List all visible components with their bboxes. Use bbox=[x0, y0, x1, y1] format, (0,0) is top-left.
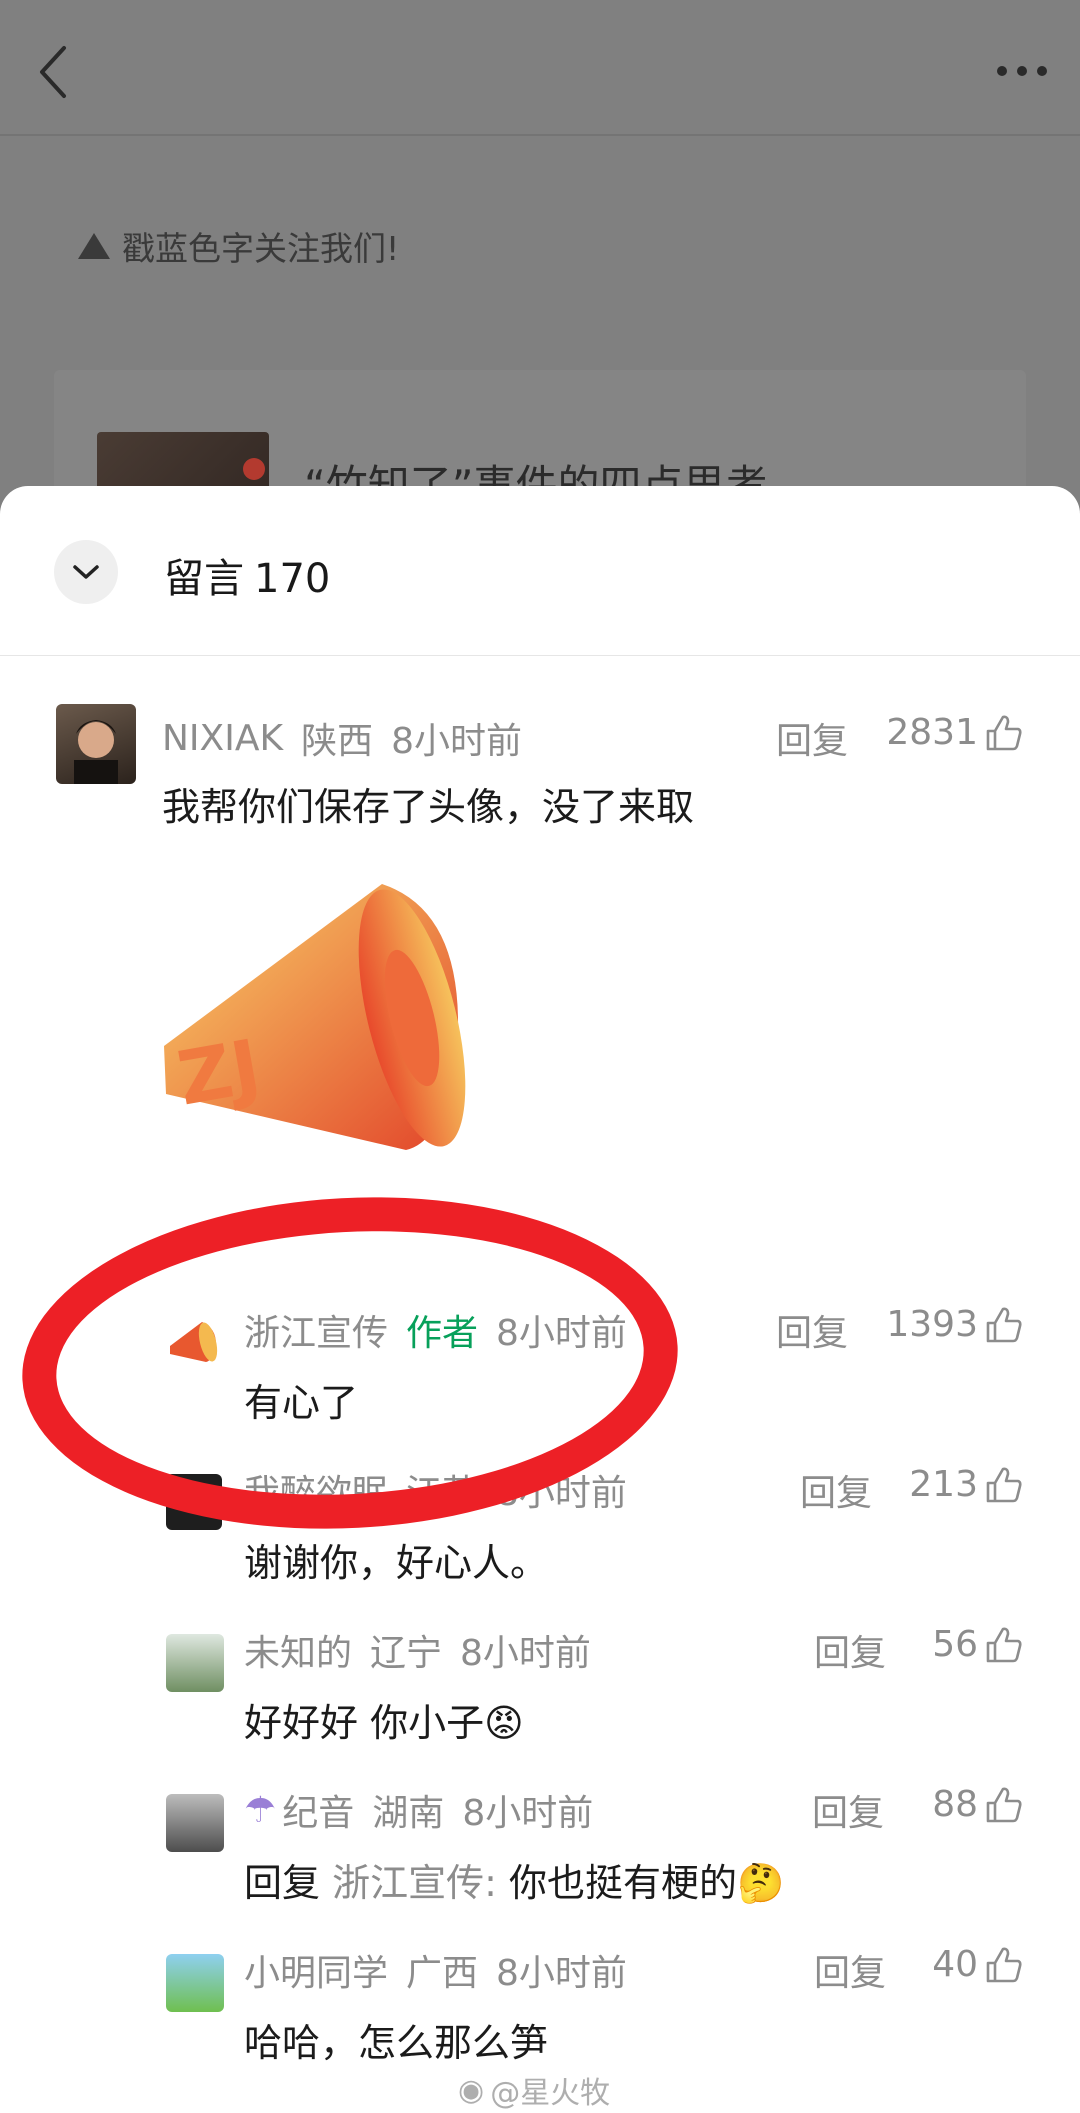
comment-sheet: 留言 170 NIXIAK 陕西 8小时前 回复 2831 我帮你们保存了头像，没… bbox=[0, 486, 1080, 2113]
commenter-region: 辽宁 bbox=[370, 1633, 443, 1674]
comment-count: 170 bbox=[254, 556, 331, 602]
reply-prefix: 回复 bbox=[244, 1861, 321, 1905]
like-count: 1393 bbox=[886, 1304, 978, 1345]
weibo-icon: ◉ bbox=[458, 2072, 485, 2108]
comment-text: 好好好 你小子😡 bbox=[244, 1701, 524, 1745]
like-button[interactable]: 56 bbox=[932, 1624, 1024, 1665]
reply-button[interactable]: 回复 bbox=[812, 1784, 884, 1836]
megaphone-icon: ZJ bbox=[164, 884, 466, 1150]
comment-item: NIXIAK 陕西 8小时前 回复 2831 我帮你们保存了头像，没了来取 ZJ bbox=[0, 704, 1080, 1264]
like-button[interactable]: 88 bbox=[932, 1784, 1024, 1825]
thumbs-up-icon bbox=[986, 1307, 1022, 1342]
comment-text: 回复 浙江宣传: 你也挺有梗的🤔 bbox=[244, 1852, 784, 1907]
triangle-up-icon bbox=[78, 233, 110, 259]
reply-mention[interactable]: 浙江宣传: bbox=[332, 1861, 497, 1905]
like-button[interactable]: 40 bbox=[932, 1944, 1024, 1985]
like-count: 213 bbox=[909, 1464, 978, 1505]
comment-time: 8小时前 bbox=[462, 1793, 594, 1834]
watermark-text: @星火牧 bbox=[490, 2076, 611, 2111]
comment-text: 我帮你们保存了头像，没了来取 bbox=[162, 785, 695, 829]
like-button[interactable]: 2831 bbox=[886, 712, 1024, 753]
comment-sheet-header: 留言 170 bbox=[0, 486, 1080, 656]
reply-button[interactable]: 回复 bbox=[800, 1464, 872, 1516]
comment-time: 8小时前 bbox=[496, 1953, 627, 1994]
thumbs-up-icon bbox=[986, 715, 1022, 750]
avatar[interactable] bbox=[166, 1954, 224, 2012]
thumbs-up-icon bbox=[986, 1627, 1022, 1662]
comment-title-label: 留言 bbox=[164, 556, 244, 602]
comment-time: 8小时前 bbox=[460, 1633, 591, 1674]
like-count: 2831 bbox=[886, 712, 978, 753]
like-count: 56 bbox=[932, 1624, 978, 1665]
reply-item: ☂ 纪音 湖南 8小时前 回复 88 回复 浙江宣传: 你也挺有梗的🤔 bbox=[0, 1784, 1080, 1907]
like-count: 40 bbox=[932, 1944, 978, 1985]
thumbs-up-icon bbox=[986, 1947, 1022, 1982]
comment-meta: ☂ 纪音 湖南 8小时前 bbox=[244, 1784, 611, 1836]
follow-tip: 戳蓝色字关注我们! bbox=[78, 224, 399, 268]
commenter-name[interactable]: 未知的 bbox=[244, 1624, 352, 1676]
commenter-region: 陕西 bbox=[301, 721, 374, 762]
reply-item: 小明同学 广西 8小时前 回复 40 哈哈，怎么那么笋 bbox=[0, 1944, 1080, 2065]
article-background: 戳蓝色字关注我们! “竹知了”事件的四点思考 bbox=[0, 0, 1080, 570]
like-count: 88 bbox=[932, 1784, 978, 1825]
reply-button[interactable]: 回复 bbox=[776, 712, 848, 764]
reply-body: 你也挺有梗的🤔 bbox=[509, 1861, 785, 1905]
more-dots-icon bbox=[997, 66, 1047, 76]
commenter-name[interactable]: NIXIAK bbox=[162, 718, 283, 759]
avatar-portrait-icon bbox=[74, 720, 118, 784]
commenter-name[interactable]: 小明同学 bbox=[244, 1944, 388, 1996]
comment-time: 8小时前 bbox=[391, 721, 522, 762]
collapse-button[interactable] bbox=[54, 540, 118, 604]
top-navigation-bar bbox=[0, 0, 1080, 136]
avatar[interactable] bbox=[166, 1794, 224, 1852]
umbrella-icon: ☂ bbox=[244, 1789, 277, 1831]
watermark: ◉ @星火牧 bbox=[458, 2068, 610, 2112]
follow-tip-text: 戳蓝色字关注我们! bbox=[122, 229, 400, 268]
commenter-name[interactable]: 纪音 bbox=[282, 1784, 354, 1836]
comment-meta: NIXIAK 陕西 8小时前 bbox=[162, 712, 540, 764]
more-button[interactable] bbox=[992, 56, 1052, 86]
thumbs-up-icon bbox=[986, 1467, 1022, 1502]
chevron-down-icon bbox=[73, 565, 99, 579]
like-button[interactable]: 213 bbox=[909, 1464, 1024, 1505]
chevron-left-icon bbox=[40, 46, 66, 98]
reply-button[interactable]: 回复 bbox=[814, 1944, 886, 1996]
commenter-region: 广西 bbox=[406, 1953, 479, 1994]
back-button[interactable] bbox=[34, 44, 74, 100]
comment-image[interactable]: ZJ bbox=[160, 870, 480, 1190]
thumbs-up-icon bbox=[986, 1787, 1022, 1822]
comment-text: 谢谢你，好心人。 bbox=[244, 1541, 549, 1585]
reply-button[interactable]: 回复 bbox=[814, 1624, 886, 1676]
comment-meta: 未知的 辽宁 8小时前 bbox=[244, 1624, 609, 1676]
comment-meta: 小明同学 广西 8小时前 bbox=[244, 1944, 645, 1996]
reply-item: 未知的 辽宁 8小时前 回复 56 好好好 你小子😡 bbox=[0, 1624, 1080, 1745]
like-button[interactable]: 1393 bbox=[886, 1304, 1024, 1345]
comment-text: 哈哈，怎么那么笋 bbox=[244, 2021, 549, 2065]
avatar[interactable] bbox=[166, 1634, 224, 1692]
svg-text:ZJ: ZJ bbox=[172, 1024, 267, 1123]
reply-button[interactable]: 回复 bbox=[776, 1304, 848, 1356]
comment-count-title: 留言 170 bbox=[164, 546, 330, 604]
commenter-region: 湖南 bbox=[372, 1793, 445, 1834]
avatar[interactable] bbox=[56, 704, 136, 784]
